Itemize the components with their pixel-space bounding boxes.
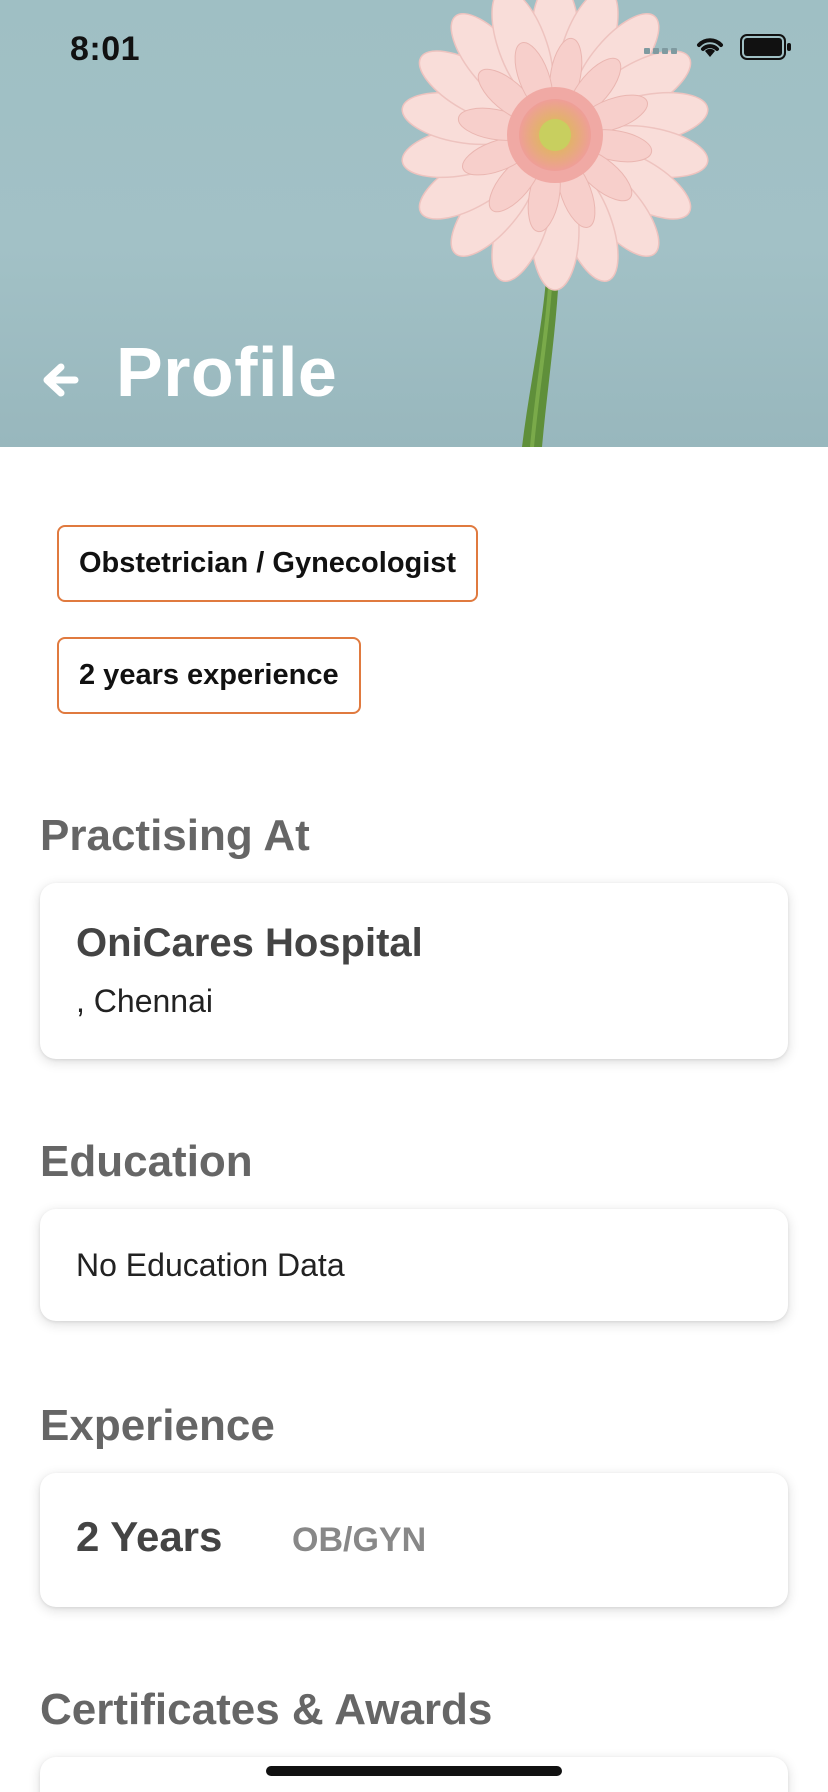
certificates-heading: Certificates & Awards — [40, 1685, 493, 1734]
experience-tag: 2 years experience — [57, 637, 361, 714]
page-title: Profile — [116, 333, 338, 411]
education-empty-text: No Education Data — [76, 1247, 345, 1283]
practising-at-card[interactable]: OniCares Hospital , Chennai — [40, 883, 788, 1059]
practising-at-heading: Practising At — [40, 811, 310, 860]
wifi-icon — [697, 38, 723, 57]
education-card: No Education Data — [40, 1209, 788, 1321]
profile-header: 8:01 Profile — [0, 0, 828, 447]
battery-icon — [740, 34, 791, 60]
experience-years: 2 Years — [76, 1513, 223, 1560]
back-button[interactable] — [38, 358, 82, 402]
experience-specialty: OB/GYN — [292, 1521, 427, 1559]
experience-heading: Experience — [40, 1401, 275, 1450]
specialty-tag: Obstetrician / Gynecologist — [57, 525, 479, 602]
experience-card: 2 Years OB/GYN — [40, 1473, 788, 1607]
education-heading: Education — [40, 1137, 253, 1186]
status-bar-time: 8:01 — [70, 30, 141, 68]
hospital-name: OniCares Hospital — [76, 921, 423, 965]
hospital-city: , Chennai — [76, 983, 213, 1019]
arrow-left-icon — [43, 363, 79, 397]
status-bar-icons — [644, 34, 792, 60]
cellular-signal-icon — [644, 48, 677, 54]
home-indicator[interactable] — [266, 1766, 562, 1776]
